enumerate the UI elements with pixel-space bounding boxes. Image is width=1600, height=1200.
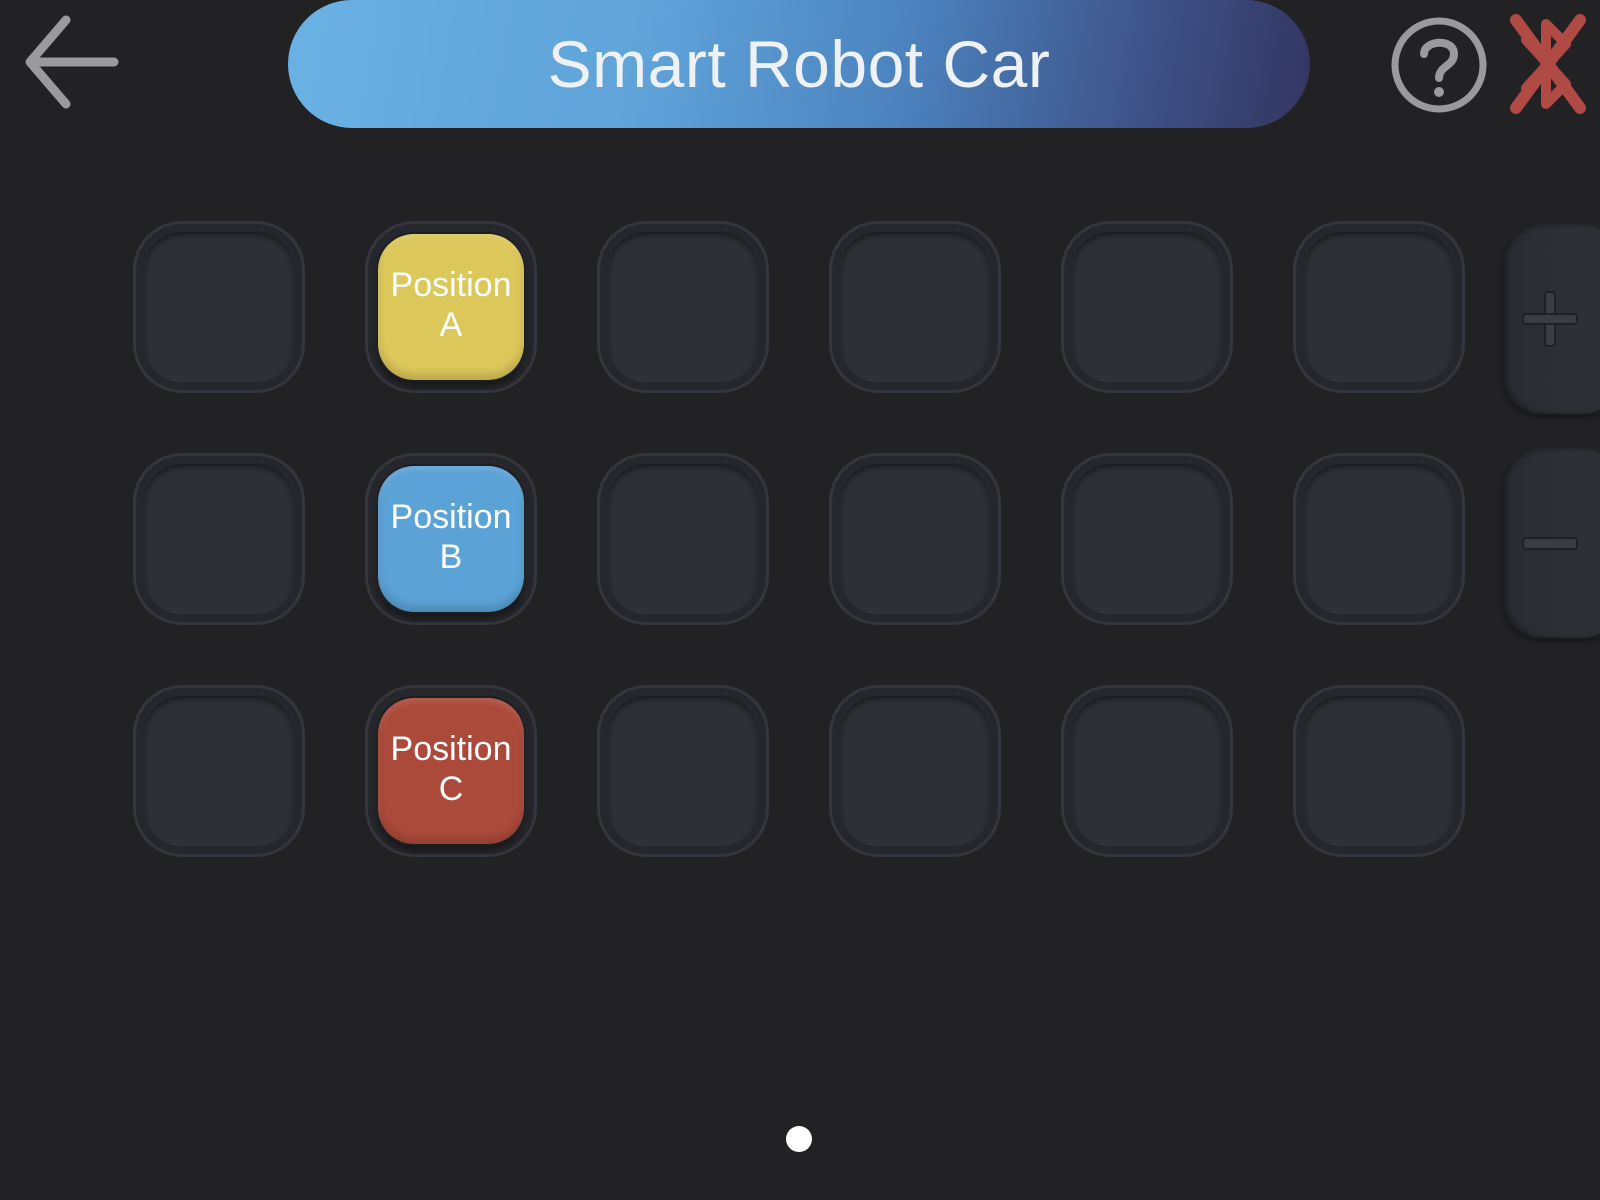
grid-slot-empty[interactable] — [136, 688, 302, 854]
tile-label-line1: Position — [390, 498, 512, 536]
remove-row-button[interactable] — [1502, 448, 1600, 638]
grid-slot-empty[interactable] — [1064, 688, 1230, 854]
grid-slot-empty[interactable] — [832, 224, 998, 390]
grid-slot-empty[interactable] — [1064, 224, 1230, 390]
grid-slot-filled[interactable]: Position A — [368, 224, 534, 390]
position-tile-label: Position C — [391, 729, 512, 809]
bluetooth-disconnected-icon — [1510, 14, 1586, 114]
app-screen: Smart Robot Car Position A Position B Positi… — [0, 0, 1600, 1200]
position-grid: Position A Position B Position C — [136, 224, 1462, 854]
grid-slot-empty[interactable] — [1064, 456, 1230, 622]
page-title: Smart Robot Car — [547, 27, 1051, 101]
position-tile-label: Position B — [391, 497, 512, 577]
grid-slot-empty[interactable] — [832, 688, 998, 854]
grid-slot-empty[interactable] — [136, 224, 302, 390]
grid-slot-empty[interactable] — [832, 456, 998, 622]
grid-slot-empty[interactable] — [600, 688, 766, 854]
grid-slot-empty[interactable] — [1296, 224, 1462, 390]
page-indicator — [786, 1126, 812, 1152]
arrow-left-icon — [25, 15, 119, 109]
position-tile-label: Position A — [391, 265, 512, 345]
page-dot-active — [786, 1126, 812, 1152]
tile-label-line1: Position — [390, 730, 512, 768]
position-tile[interactable]: Position B — [378, 466, 524, 612]
bluetooth-button[interactable] — [1508, 12, 1588, 116]
back-button[interactable] — [22, 14, 122, 114]
add-row-button[interactable] — [1502, 224, 1600, 414]
minus-icon — [1522, 537, 1578, 550]
help-button[interactable] — [1390, 16, 1488, 114]
position-tile[interactable]: Position C — [378, 698, 524, 844]
grid-slot-filled[interactable]: Position B — [368, 456, 534, 622]
grid-slot-empty[interactable] — [600, 224, 766, 390]
position-tile[interactable]: Position A — [378, 234, 524, 380]
grid-slot-empty[interactable] — [1296, 688, 1462, 854]
grid-slot-empty[interactable] — [136, 456, 302, 622]
grid-slot-filled[interactable]: Position C — [368, 688, 534, 854]
tile-label-line2: C — [438, 770, 464, 808]
tile-label-line1: Position — [390, 266, 512, 304]
title-banner: Smart Robot Car — [288, 0, 1310, 128]
plus-icon — [1522, 291, 1578, 347]
grid-slot-empty[interactable] — [1296, 456, 1462, 622]
question-circle-icon — [1391, 17, 1487, 113]
grid-slot-empty[interactable] — [600, 456, 766, 622]
tile-label-line2: A — [439, 306, 463, 344]
tile-label-line2: B — [439, 538, 463, 576]
